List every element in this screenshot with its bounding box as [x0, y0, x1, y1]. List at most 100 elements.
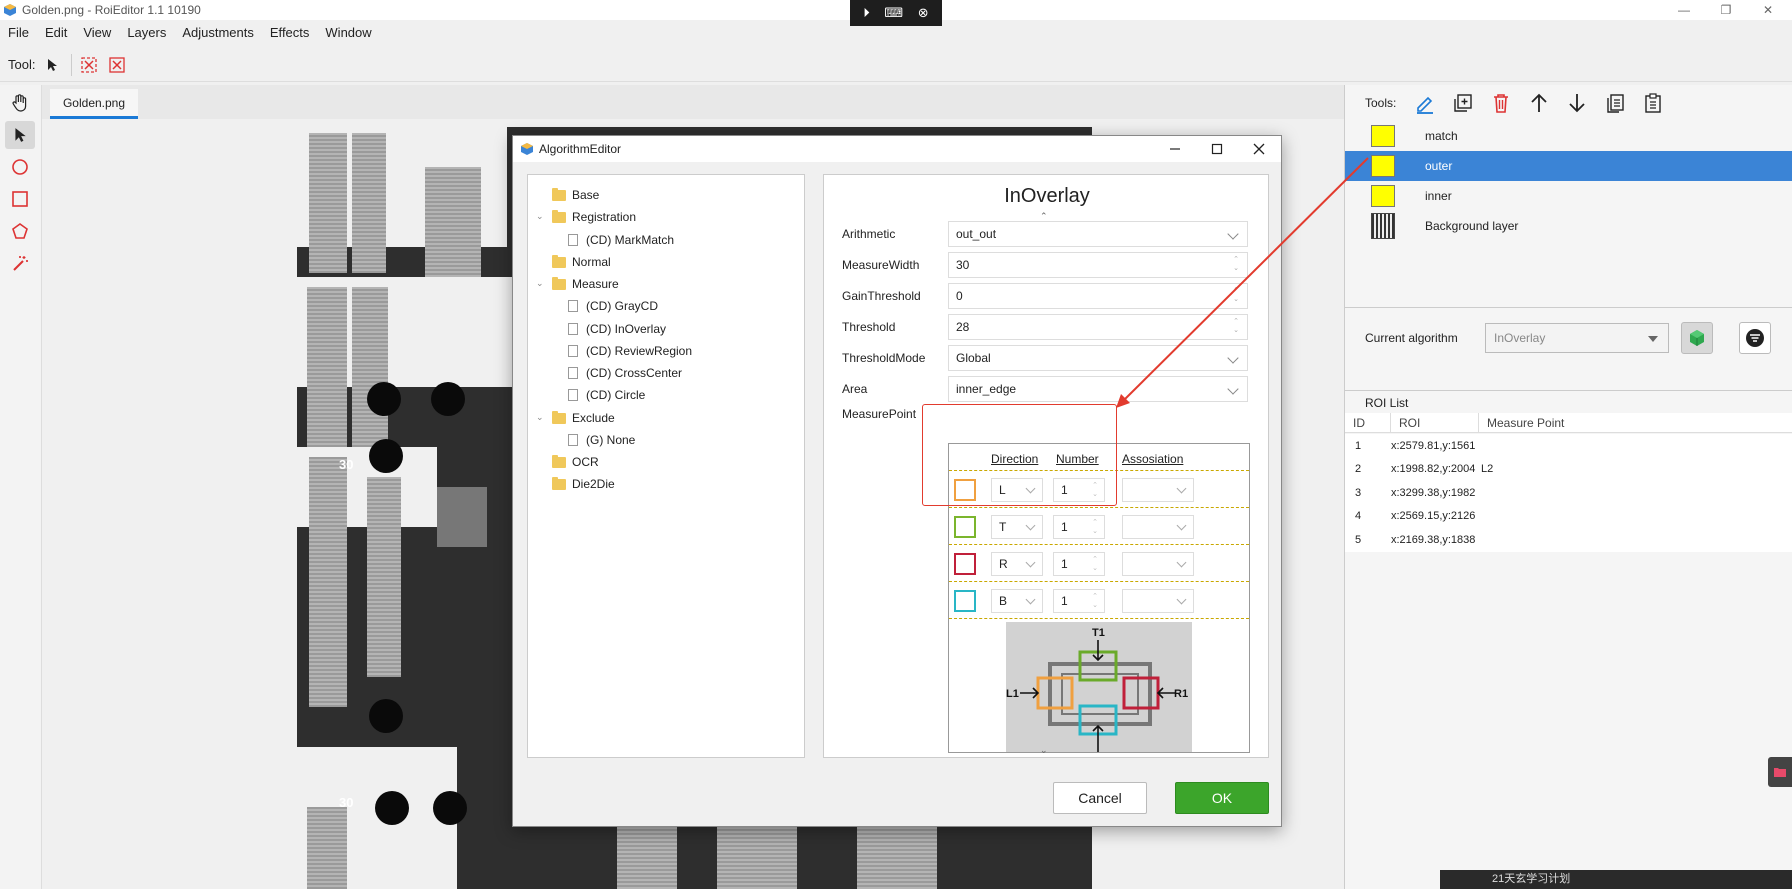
move-up-icon[interactable] — [1524, 88, 1554, 118]
tree-item-inoverlay[interactable]: (CD) InOverlay — [568, 318, 666, 340]
hand-tool-icon[interactable] — [5, 89, 35, 117]
algorithm-settings-button[interactable] — [1739, 322, 1771, 354]
polygon-tool-icon[interactable] — [5, 217, 35, 245]
dialog-maximize-button[interactable] — [1197, 136, 1237, 162]
current-algorithm-select[interactable]: InOverlay — [1485, 323, 1669, 353]
clear-roi-icon[interactable] — [106, 54, 128, 76]
association-select[interactable] — [1122, 478, 1194, 502]
menu-adjustments[interactable]: Adjustments — [174, 25, 262, 40]
measure-width-label: MeasureWidth — [842, 258, 920, 272]
table-row[interactable]: 1 x:2579.81,y:1561 — [1345, 434, 1792, 458]
association-select[interactable] — [1122, 589, 1194, 613]
delete-roi-icon[interactable] — [78, 54, 100, 76]
taskbar-notification[interactable]: 21天玄学习计划 — [1440, 870, 1792, 889]
number-spinbox[interactable]: 1 — [1053, 589, 1105, 613]
tree-item-graycd[interactable]: (CD) GrayCD — [568, 295, 658, 317]
folder-icon — [552, 209, 566, 223]
menu-window[interactable]: Window — [317, 25, 379, 40]
tree-folder-die2die[interactable]: Die2Die — [552, 473, 615, 495]
scroll-down-icon[interactable]: ⌄ — [1040, 745, 1048, 756]
menu-file[interactable]: File — [0, 25, 37, 40]
layer-outer[interactable]: outer — [1345, 151, 1792, 181]
color-swatch[interactable] — [954, 516, 976, 538]
select-tool-icon[interactable] — [5, 121, 35, 149]
tree-folder-exclude[interactable]: ⌄ Exclude — [536, 407, 615, 429]
dialog-close-button[interactable] — [1239, 136, 1279, 162]
minimize-button[interactable]: — — [1664, 0, 1704, 20]
tree-item-circle[interactable]: (CD) Circle — [568, 384, 645, 406]
apply-algorithm-button[interactable] — [1681, 322, 1713, 354]
measure-width-spinbox[interactable]: 30 — [948, 252, 1248, 278]
direction-select[interactable]: T — [991, 515, 1043, 539]
association-select[interactable] — [1122, 515, 1194, 539]
ok-button[interactable]: OK — [1175, 782, 1269, 814]
tree-item-none[interactable]: (G) None — [568, 429, 635, 451]
table-row[interactable]: 4 x:2569.15,y:2126 — [1345, 505, 1792, 529]
arithmetic-select[interactable]: out_out — [948, 221, 1248, 247]
play-icon[interactable]: ⏵ — [863, 5, 870, 21]
measure-point-row: R 1 — [949, 544, 1249, 581]
restore-button[interactable]: ❐ — [1706, 0, 1746, 20]
magic-wand-tool-icon[interactable] — [5, 249, 35, 277]
layer-background[interactable]: Background layer — [1345, 211, 1792, 241]
background-thumbnail — [1371, 213, 1395, 239]
column-header-id[interactable]: ID — [1345, 413, 1391, 432]
threshold-mode-select[interactable]: Global — [948, 345, 1248, 371]
dialog-minimize-button[interactable] — [1155, 136, 1195, 162]
move-down-icon[interactable] — [1562, 88, 1592, 118]
tree-item-reviewregion[interactable]: (CD) ReviewRegion — [568, 340, 692, 362]
tree-folder-registration[interactable]: ⌄ Registration — [536, 206, 636, 228]
delete-layer-icon[interactable] — [1486, 88, 1516, 118]
chevron-down-icon[interactable]: ⌄ — [536, 211, 544, 222]
color-swatch[interactable] — [954, 479, 976, 501]
paste-icon[interactable] — [1638, 88, 1668, 118]
number-spinbox[interactable]: 1 — [1053, 515, 1105, 539]
tree-folder-normal[interactable]: Normal — [552, 251, 611, 273]
edit-layer-icon[interactable] — [1410, 88, 1440, 118]
chevron-down-icon[interactable]: ⌄ — [536, 412, 544, 423]
close-icon[interactable]: ⊗ — [918, 5, 929, 21]
number-spinbox[interactable]: 1 — [1053, 552, 1105, 576]
pointer-tool-icon[interactable] — [41, 54, 63, 76]
direction-select[interactable]: L — [991, 478, 1043, 502]
direction-select[interactable]: R — [991, 552, 1043, 576]
threshold-spinbox[interactable]: 28 — [948, 314, 1248, 340]
tab-golden-png[interactable]: Golden.png — [50, 89, 138, 119]
column-header-measure-point[interactable]: Measure Point — [1479, 413, 1792, 432]
menu-edit[interactable]: Edit — [37, 25, 75, 40]
direction-select[interactable]: B — [991, 589, 1043, 613]
circle-tool-icon[interactable] — [5, 153, 35, 181]
area-select[interactable]: inner_edge — [948, 376, 1248, 402]
menu-layers[interactable]: Layers — [119, 25, 174, 40]
tree-item-markmatch[interactable]: (CD) MarkMatch — [568, 229, 674, 251]
gain-threshold-spinbox[interactable]: 0 — [948, 283, 1248, 309]
table-row[interactable]: 3 x:3299.38,y:1982 — [1345, 481, 1792, 505]
menu-view[interactable]: View — [75, 25, 119, 40]
copy-icon[interactable] — [1600, 88, 1630, 118]
tree-folder-base[interactable]: Base — [552, 184, 599, 206]
cancel-button[interactable]: Cancel — [1053, 782, 1147, 814]
table-row[interactable]: 2 x:1998.82,y:2004 L2 — [1345, 458, 1792, 482]
add-layer-icon[interactable] — [1448, 88, 1478, 118]
tree-label: (G) None — [586, 433, 636, 447]
tree-item-crosscenter[interactable]: (CD) CrossCenter — [568, 362, 682, 384]
menu-effects[interactable]: Effects — [262, 25, 318, 40]
area-label: Area — [842, 382, 868, 396]
color-swatch[interactable] — [954, 590, 976, 612]
color-swatch[interactable] — [954, 553, 976, 575]
tree-folder-measure[interactable]: ⌄ Measure — [536, 273, 619, 295]
rectangle-tool-icon[interactable] — [5, 185, 35, 213]
tree-label: OCR — [572, 455, 599, 469]
number-spinbox[interactable]: 1 — [1053, 478, 1105, 502]
side-folder-tab[interactable] — [1768, 757, 1792, 787]
layer-match[interactable]: match — [1345, 121, 1792, 151]
keyboard-icon[interactable]: ⌨ — [884, 5, 903, 21]
association-select[interactable] — [1122, 552, 1194, 576]
number-header: Number — [1056, 452, 1099, 466]
column-header-roi[interactable]: ROI — [1391, 413, 1479, 432]
chevron-down-icon[interactable]: ⌄ — [536, 278, 544, 289]
table-row[interactable]: 5 x:2169.38,y:1838 — [1345, 528, 1792, 552]
tree-folder-ocr[interactable]: OCR — [552, 451, 599, 473]
close-button[interactable]: ✕ — [1748, 0, 1788, 20]
layer-inner[interactable]: inner — [1345, 181, 1792, 211]
